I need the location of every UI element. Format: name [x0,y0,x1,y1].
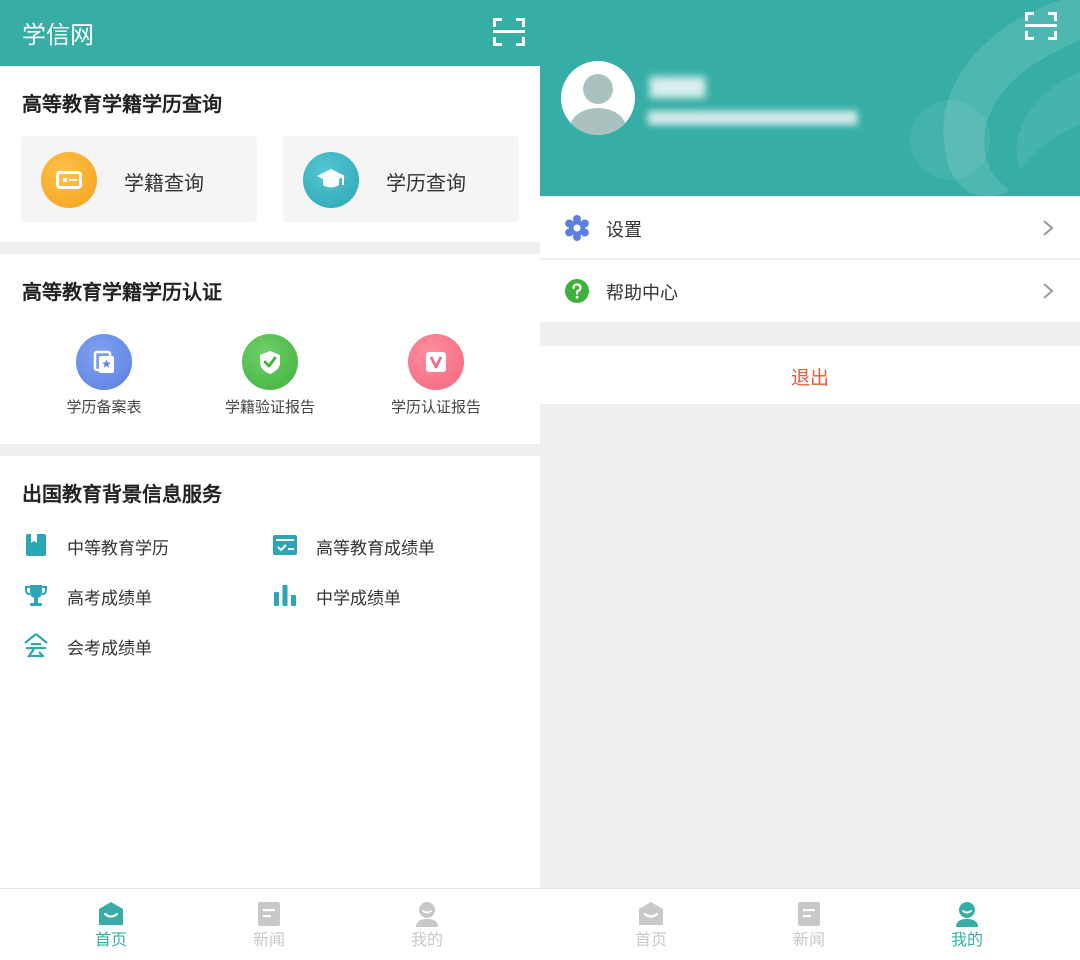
nav-mine-label: 我的 [950,930,983,949]
question-circle-icon [565,279,589,303]
user-icon [956,902,978,927]
logout-label: 退出 [790,367,829,389]
id-card-icon [41,152,97,208]
nav-news-tab[interactable]: 新闻 [759,889,859,960]
bottom-nav: 首页 新闻 我的 [540,888,1080,960]
graduation-cap-icon [303,152,359,208]
nav-home-label: 首页 [94,930,127,949]
student-status-query-card[interactable]: 学籍查询 [21,136,257,222]
bar-chart-icon [274,585,296,606]
document-record-icon [76,334,132,390]
nav-mine-tab[interactable]: 我的 [377,889,477,960]
chevron-right-icon [1043,283,1054,299]
news-icon [798,902,820,926]
nav-home-label: 首页 [634,930,667,949]
student-status-verification-label: 学籍验证报告 [224,398,315,416]
degree-query-label: 学历查询 [386,171,466,195]
trophy-icon [25,585,47,606]
nav-news-label: 新闻 [792,930,825,949]
book-icon [26,534,46,556]
query-section: 高等教育学籍学历查询 学籍查询 学历查询 [0,66,540,242]
nav-home-tab[interactable]: 首页 [61,889,161,960]
nav-news-tab[interactable]: 新闻 [219,889,319,960]
higher-education-transcript-label: 高等教育成绩单 [316,539,435,559]
degree-query-card[interactable]: 学历查询 [283,136,519,222]
home-header: 学信网 [0,0,540,66]
settings-row[interactable]: 设置 [540,197,1080,259]
huikao-transcript-label: 会考成绩单 [67,639,152,659]
scan-button[interactable] [1025,12,1057,40]
nav-mine-label: 我的 [410,930,443,949]
overseas-section: 出国教育背景信息服务 [0,456,540,888]
help-center-label: 帮助中心 [606,283,678,304]
overseas-section-title: 出国教育背景信息服务 [22,482,222,506]
bottom-nav: 首页 新闻 我的 [0,888,540,960]
profile-screen: ▆▆▆ ▆▆▆▆▆▆▆▆▆▆▆▆▆▆▆▆▆ 设置 帮助中心 退出 首页 新闻 我… [540,0,1080,960]
student-status-verification-item[interactable]: 学籍验证报告 [195,334,345,424]
nav-mine-tab[interactable]: 我的 [917,889,1017,960]
home-icon [639,902,663,925]
nav-home-tab[interactable]: 首页 [601,889,701,960]
avatar[interactable] [561,61,635,135]
student-status-query-label: 学籍查询 [124,171,204,195]
v-badge-icon [408,334,464,390]
nav-news-label: 新闻 [252,930,285,949]
news-icon [258,902,280,926]
gear-icon [565,215,589,241]
degree-certification-item[interactable]: 学历认证报告 [361,334,511,424]
query-section-title: 高等教育学籍学历查询 [22,92,222,116]
settings-label: 设置 [606,220,642,241]
home-screen: 学信网 高等教育学籍学历查询 学籍查询 学历查询 高等教育学籍学历认证 学历备案… [0,0,540,960]
hui-character-icon [24,633,48,658]
user-name-redacted: ▆▆▆ [650,70,706,98]
logout-button[interactable]: 退出 [540,346,1080,404]
middle-school-transcript-label: 中学成绩单 [316,589,401,609]
certification-section: 高等教育学籍学历认证 学历备案表 学籍验证报告 学历认证报告 [0,254,540,444]
user-icon [416,902,438,927]
gaokao-transcript-label: 高考成绩单 [67,589,152,609]
help-center-row[interactable]: 帮助中心 [540,260,1080,322]
secondary-education-label: 中等教育学历 [67,539,169,559]
certification-section-title: 高等教育学籍学历认证 [22,280,222,304]
degree-certification-label: 学历认证报告 [390,398,481,416]
profile-header: ▆▆▆ ▆▆▆▆▆▆▆▆▆▆▆▆▆▆▆▆▆ [540,0,1080,196]
home-icon [99,902,123,925]
degree-record-form-label: 学历备案表 [66,398,142,416]
transcript-icon [273,535,297,555]
chevron-right-icon [1043,220,1054,236]
user-email-redacted: ▆▆▆▆▆▆▆▆▆▆▆▆▆▆▆▆▆ [648,106,858,125]
shield-check-icon [242,334,298,390]
app-title: 学信网 [22,21,94,49]
degree-record-form-item[interactable]: 学历备案表 [29,334,179,424]
scan-button[interactable] [493,18,525,46]
